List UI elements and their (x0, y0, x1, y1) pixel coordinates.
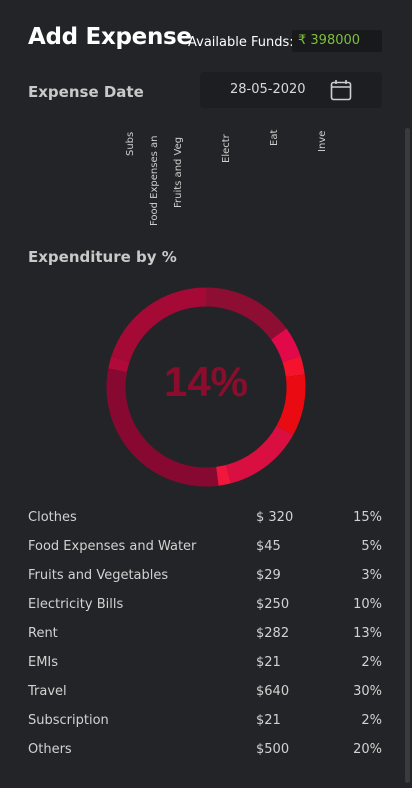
expense-percent: 2% (361, 713, 382, 728)
table-row: Fruits and Vegetables $29 3% (28, 564, 382, 593)
expense-percent: 3% (361, 568, 382, 583)
expense-percent: 10% (353, 597, 382, 612)
expense-date-value: 28-05-2020 (230, 82, 306, 97)
expense-amount: $21 (256, 713, 281, 728)
expense-amount: $250 (256, 597, 290, 612)
donut-slice (111, 287, 207, 363)
expense-percent: 13% (353, 626, 382, 641)
calendar-icon[interactable] (330, 79, 352, 101)
expense-name: Others (28, 742, 72, 757)
bar-label: Inve (317, 130, 328, 152)
expense-name: EMIs (28, 655, 59, 670)
expense-date-row: Expense Date 28-05-2020 (28, 72, 382, 108)
donut-slice (225, 425, 294, 484)
expense-percent: 5% (361, 539, 382, 554)
expense-name: Clothes (28, 510, 77, 525)
table-row: Travel $640 30% (28, 680, 382, 709)
available-funds-value: ₹ 398000 (292, 30, 382, 52)
donut-slice (270, 328, 301, 363)
expense-name: Travel (28, 684, 67, 699)
bar-label: Food Expenses an (149, 135, 160, 226)
table-row: EMIs $21 2% (28, 651, 382, 680)
expense-percent: 20% (353, 742, 382, 757)
expense-amount: $640 (256, 684, 290, 699)
expense-percent: 2% (361, 655, 382, 670)
expense-date-picker[interactable]: 28-05-2020 (200, 72, 382, 108)
donut-center-label: 14% (163, 358, 249, 405)
expense-table: Clothes $ 320 15% Food Expenses and Wate… (28, 506, 382, 767)
table-row: Clothes $ 320 15% (28, 506, 382, 535)
expense-name: Rent (28, 626, 58, 641)
expense-name: Electricity Bills (28, 597, 124, 612)
expense-amount: $500 (256, 742, 290, 757)
bar-chart-labels: Subs Food Expenses an Fruits and Veg Ele… (0, 128, 412, 238)
expense-amount: $ 320 (256, 510, 294, 525)
expense-amount: $45 (256, 539, 281, 554)
available-funds-label: Available Funds: (188, 35, 294, 50)
table-row: Electricity Bills $250 10% (28, 593, 382, 622)
table-row: Subscription $21 2% (28, 709, 382, 738)
expense-date-label: Expense Date (28, 83, 144, 101)
table-row: Others $500 20% (28, 738, 382, 767)
donut-slice (205, 287, 287, 340)
table-row: Rent $282 13% (28, 622, 382, 651)
expense-amount: $282 (256, 626, 290, 641)
bar-label: Subs (125, 131, 136, 156)
expense-amount: $29 (256, 568, 281, 583)
expense-name: Food Expenses and Water (28, 539, 197, 554)
bar-label: Fruits and Veg (173, 136, 184, 208)
header: Add Expense Available Funds: ₹ 398000 (28, 24, 382, 58)
bar-label: Electr (221, 134, 232, 163)
section-title: Expenditure by % (28, 248, 177, 266)
expense-name: Subscription (28, 713, 109, 728)
bar-label: Eat (269, 129, 280, 146)
table-row: Food Expenses and Water $45 5% (28, 535, 382, 564)
expense-percent: 15% (353, 510, 382, 525)
expense-percent: 30% (353, 684, 382, 699)
expense-amount: $21 (256, 655, 281, 670)
donut-slice (215, 464, 231, 486)
expense-name: Fruits and Vegetables (28, 568, 169, 583)
page-title: Add Expense (28, 24, 192, 50)
